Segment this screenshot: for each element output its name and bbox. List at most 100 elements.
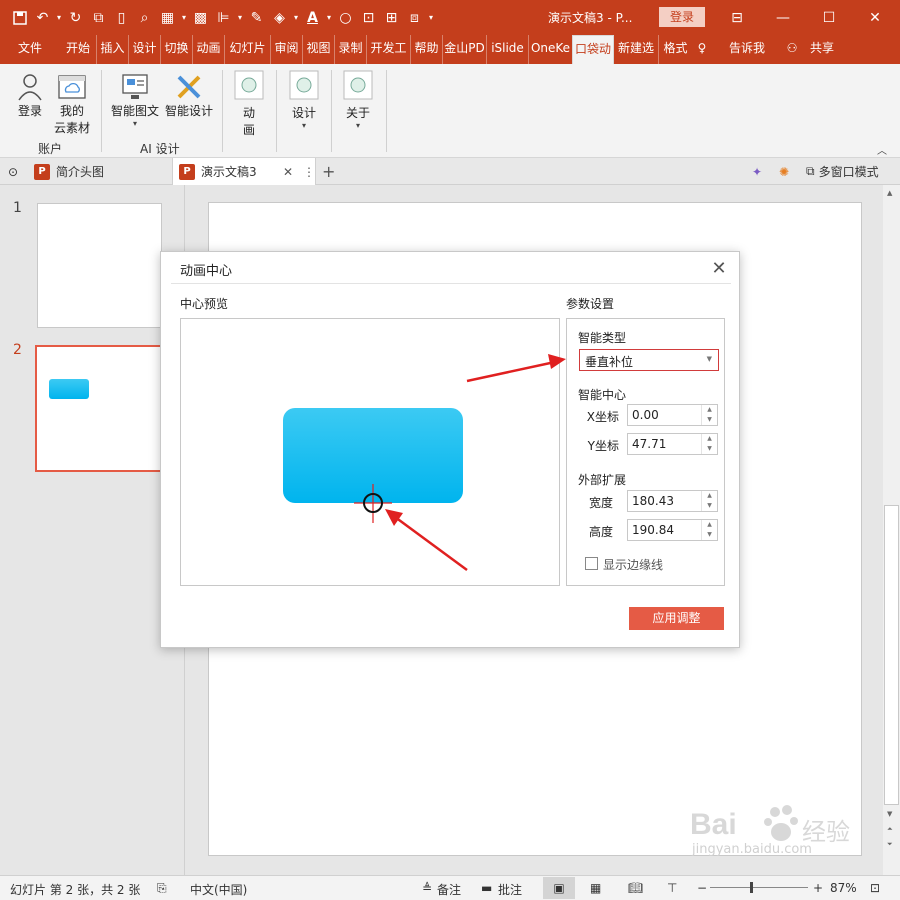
new-tab-icon[interactable]: + bbox=[322, 158, 335, 185]
smart-type-select[interactable]: 垂直补位 ▼ bbox=[579, 349, 719, 371]
align-dropdown-icon[interactable]: ▾ bbox=[235, 13, 245, 22]
height-input[interactable] bbox=[628, 520, 700, 540]
about-menu-button[interactable]: 关于 ▾ bbox=[341, 70, 375, 130]
tab-home[interactable]: 开始 bbox=[60, 35, 96, 64]
tell-me-search[interactable]: 告诉我 bbox=[712, 35, 782, 64]
new-file-icon[interactable]: ▯ bbox=[110, 7, 133, 29]
align-icon[interactable]: ⊫ bbox=[212, 7, 235, 29]
previous-slide-icon[interactable]: ⏶ bbox=[887, 825, 893, 834]
share-button[interactable]: 共享 bbox=[802, 35, 842, 64]
zoom-level[interactable]: 87% bbox=[830, 881, 857, 895]
slideshow-view-icon[interactable]: ⊤ bbox=[667, 881, 677, 895]
tab-onekey[interactable]: OneKe bbox=[528, 35, 572, 64]
close-tab-icon[interactable]: ✕ bbox=[283, 165, 293, 179]
image-icon[interactable]: ▦ bbox=[156, 7, 179, 29]
zoom-slider[interactable] bbox=[710, 882, 808, 893]
font-color-dropdown-icon[interactable]: ▾ bbox=[324, 13, 334, 22]
circle-icon[interactable]: ○ bbox=[334, 7, 357, 29]
smart-image-text-button[interactable]: 智能图文 ▾ bbox=[108, 72, 162, 128]
slide-sorter-icon[interactable]: ▦ bbox=[590, 881, 601, 895]
collapse-ribbon-icon[interactable]: ︿ bbox=[877, 142, 887, 157]
minimize-icon[interactable]: — bbox=[760, 0, 806, 35]
normal-view-icon[interactable]: ▣ bbox=[543, 877, 575, 899]
tab-review[interactable]: 审阅 bbox=[270, 35, 302, 64]
tab-new-selection[interactable]: 新建选 bbox=[614, 35, 658, 64]
doc-tab-intro[interactable]: P 简介头图 bbox=[34, 158, 168, 185]
present-icon[interactable]: ⧉ bbox=[87, 7, 110, 29]
redo-icon[interactable]: ↻ bbox=[64, 7, 87, 29]
print-preview-icon[interactable]: ⌕ bbox=[133, 7, 156, 29]
share-icon[interactable]: ⚇ bbox=[782, 35, 802, 64]
tab-animations[interactable]: 动画 bbox=[192, 35, 224, 64]
slide-thumbnail-2[interactable] bbox=[35, 345, 163, 472]
smart-design-button[interactable]: 智能设计 bbox=[162, 72, 216, 119]
tab-more-icon[interactable]: ⋮ bbox=[303, 165, 315, 179]
tab-insert[interactable]: 插入 bbox=[96, 35, 128, 64]
reading-view-icon[interactable]: 📖︎ bbox=[628, 881, 643, 895]
scroll-down-icon[interactable]: ▼ bbox=[887, 810, 892, 818]
tab-kingsoft-pdf[interactable]: 金山PD bbox=[442, 35, 486, 64]
comments-button[interactable]: 批注 bbox=[498, 881, 522, 898]
font-color-icon[interactable]: A bbox=[301, 7, 324, 29]
width-input[interactable] bbox=[628, 491, 700, 511]
lightbulb-icon[interactable]: ♀ bbox=[692, 35, 712, 64]
animation-menu-button[interactable]: 动 画 bbox=[233, 70, 265, 138]
layers-icon[interactable]: ⧈ bbox=[403, 7, 426, 29]
close-window-icon[interactable]: ✕ bbox=[852, 0, 898, 35]
tab-transitions[interactable]: 切换 bbox=[160, 35, 192, 64]
width-spinner-arrows[interactable]: ▲ ▼ bbox=[701, 491, 717, 511]
doc-tab-presentation3[interactable]: P 演示文稿3 ✕ ⋮ bbox=[172, 158, 316, 185]
tab-pocket-animation[interactable]: 口袋动 bbox=[572, 35, 614, 64]
maximize-icon[interactable]: ☐ bbox=[806, 0, 852, 35]
fill-dropdown-icon[interactable]: ▾ bbox=[291, 13, 301, 22]
height-spinner-arrows[interactable]: ▲ ▼ bbox=[701, 520, 717, 540]
vertical-scrollbar[interactable]: ▲ ▼ ⏶ ⏷ bbox=[883, 185, 900, 875]
fit-to-window-icon[interactable]: ⊡ bbox=[870, 881, 880, 895]
zoom-out-icon[interactable]: − bbox=[697, 881, 707, 895]
tab-format[interactable]: 格式 bbox=[658, 35, 692, 64]
slide-thumbnail-1[interactable] bbox=[37, 203, 162, 328]
qat-customize-icon[interactable]: ▾ bbox=[426, 13, 436, 22]
fill-color-icon[interactable]: ◈ bbox=[268, 7, 291, 29]
apply-adjustment-button[interactable]: 应用调整 bbox=[629, 607, 724, 630]
accessibility-icon[interactable]: ⎘ bbox=[157, 881, 167, 896]
tab-slideshow[interactable]: 幻灯片 bbox=[224, 35, 270, 64]
next-slide-icon[interactable]: ⏷ bbox=[887, 840, 893, 849]
tab-design[interactable]: 设计 bbox=[128, 35, 160, 64]
crop-icon[interactable]: ⊡ bbox=[357, 7, 380, 29]
magic-wand-icon[interactable]: ✦ bbox=[752, 158, 762, 185]
zoom-slider-thumb[interactable] bbox=[750, 882, 753, 893]
account-login-button[interactable]: 登录 bbox=[10, 72, 50, 119]
height-spinner[interactable]: ▲▼ bbox=[627, 519, 718, 541]
show-border-checkbox[interactable] bbox=[585, 557, 598, 570]
ribbon-display-icon[interactable]: ⊟ bbox=[714, 0, 760, 35]
notes-button[interactable]: 备注 bbox=[437, 881, 461, 898]
settings-gear-icon[interactable]: ✺ bbox=[779, 158, 789, 185]
tab-record[interactable]: 录制 bbox=[334, 35, 366, 64]
tab-view[interactable]: 视图 bbox=[302, 35, 334, 64]
y-coordinate-input[interactable] bbox=[628, 434, 700, 454]
zoom-in-icon[interactable]: + bbox=[813, 881, 823, 895]
multi-window-button[interactable]: ⧉ 多窗口模式 bbox=[806, 158, 879, 185]
y-spinner-arrows[interactable]: ▲ ▼ bbox=[701, 434, 717, 454]
tab-islide[interactable]: iSlide bbox=[486, 35, 528, 64]
dialog-close-icon[interactable]: ✕ bbox=[709, 259, 729, 279]
undo-dropdown-icon[interactable]: ▾ bbox=[54, 13, 64, 22]
width-spinner[interactable]: ▲▼ bbox=[627, 490, 718, 512]
y-coordinate-spinner[interactable]: ▲▼ bbox=[627, 433, 718, 455]
tab-list-icon[interactable]: ⊙ bbox=[8, 158, 18, 185]
image-dropdown-icon[interactable]: ▾ bbox=[179, 13, 189, 22]
grid-icon[interactable]: ▩ bbox=[189, 7, 212, 29]
scroll-up-icon[interactable]: ▲ bbox=[887, 189, 892, 197]
x-spinner-arrows[interactable]: ▲ ▼ bbox=[701, 405, 717, 425]
login-button[interactable]: 登录 bbox=[659, 7, 705, 27]
tab-file[interactable]: 文件 bbox=[0, 35, 60, 64]
eyedropper-icon[interactable]: ✎ bbox=[245, 7, 268, 29]
design-menu-button[interactable]: 设计 ▾ bbox=[287, 70, 321, 130]
scrollbar-thumb[interactable] bbox=[884, 505, 899, 805]
x-coordinate-input[interactable] bbox=[628, 405, 700, 425]
undo-icon[interactable]: ↶ bbox=[31, 7, 54, 29]
x-coordinate-spinner[interactable]: ▲▼ bbox=[627, 404, 718, 426]
language-indicator[interactable]: 中文(中国) bbox=[190, 881, 247, 898]
save-icon[interactable] bbox=[8, 7, 31, 29]
